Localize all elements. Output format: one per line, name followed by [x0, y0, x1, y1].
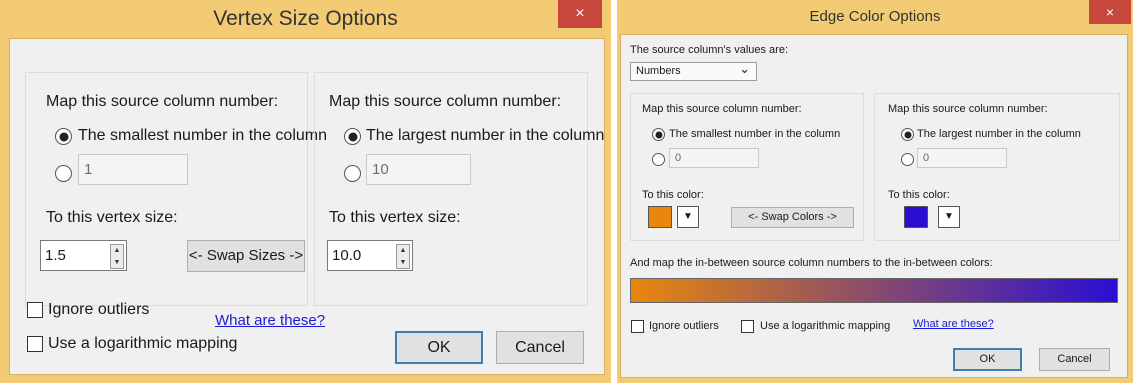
largest-number-label: The largest number in the column	[917, 128, 1081, 140]
source-min-group: Map this source column number: The small…	[630, 93, 864, 241]
smallest-number-label: The smallest number in the column	[78, 127, 327, 144]
to-color-label: To this color:	[642, 189, 704, 201]
color-gradient-bar	[630, 278, 1118, 303]
cancel-button[interactable]: Cancel	[496, 331, 584, 364]
smallest-number-label: The smallest number in the column	[669, 128, 841, 140]
custom-number-input[interactable]: 1	[78, 154, 188, 185]
what-are-these-link[interactable]: What are these?	[913, 318, 994, 330]
ok-button[interactable]: OK	[395, 331, 483, 364]
largest-number-radio[interactable]	[344, 128, 361, 145]
values-type-label: The source column's values are:	[630, 44, 789, 56]
custom-number-radio[interactable]	[344, 165, 361, 182]
smallest-number-radio[interactable]	[55, 128, 72, 145]
max-color-swatch[interactable]	[904, 206, 928, 228]
largest-number-radio[interactable]	[901, 128, 914, 141]
spin-arrows-icon[interactable]: ▲ ▼	[110, 244, 124, 269]
dropdown-arrow-icon[interactable]: ▼	[677, 206, 699, 228]
custom-number-input[interactable]: 0	[917, 148, 1007, 168]
custom-number-radio[interactable]	[652, 153, 665, 166]
ignore-outliers-label: Ignore outliers	[649, 320, 719, 332]
smallest-number-radio[interactable]	[652, 128, 665, 141]
values-type-select[interactable]: Numbers ⌄	[630, 61, 757, 81]
values-type-value: Numbers	[636, 65, 681, 77]
min-size-stepper[interactable]: 1.5 ▲ ▼	[40, 240, 127, 271]
custom-number-radio[interactable]	[901, 153, 914, 166]
ignore-outliers-label: Ignore outliers	[48, 301, 150, 318]
edge-color-dialog: Edge Color Options × The source column's…	[617, 0, 1133, 383]
what-are-these-link[interactable]: What are these?	[215, 312, 325, 329]
vertex-size-label: To this vertex size:	[46, 209, 178, 226]
ignore-outliers-checkbox[interactable]	[27, 302, 43, 318]
dialog-title: Vertex Size Options	[213, 7, 398, 30]
max-size-stepper[interactable]: 10.0 ▲ ▼	[327, 240, 413, 271]
vertex-size-label: To this vertex size:	[329, 209, 461, 226]
dialog-title: Edge Color Options	[809, 8, 941, 25]
to-color-label: To this color:	[888, 189, 950, 201]
min-color-swatch[interactable]	[648, 206, 672, 228]
vertex-size-dialog: Vertex Size Options × Map this source co…	[0, 0, 611, 383]
ok-button[interactable]: OK	[953, 348, 1022, 371]
custom-number-input[interactable]: 0	[669, 148, 759, 168]
in-between-label: And map the in-between source column num…	[630, 257, 993, 269]
min-size-value: 1.5	[45, 247, 66, 264]
max-size-value: 10.0	[332, 247, 362, 264]
dropdown-arrow-icon[interactable]: ▼	[938, 206, 960, 228]
swap-sizes-button[interactable]: <- Swap Sizes ->	[187, 240, 305, 272]
custom-number-radio[interactable]	[55, 165, 72, 182]
cancel-button[interactable]: Cancel	[1039, 348, 1110, 371]
map-column-label: Map this source column number:	[642, 103, 802, 115]
spin-arrows-icon[interactable]: ▲ ▼	[396, 244, 410, 269]
log-mapping-checkbox[interactable]	[741, 320, 754, 333]
largest-number-label: The largest number in the column	[366, 127, 605, 144]
custom-number-input[interactable]: 10	[366, 154, 471, 185]
source-max-group: Map this source column number: The large…	[314, 72, 604, 306]
map-column-label: Map this source column number:	[46, 93, 279, 110]
ignore-outliers-checkbox[interactable]	[631, 320, 644, 333]
log-mapping-checkbox[interactable]	[27, 336, 43, 352]
source-max-group: Map this source column number: The large…	[874, 93, 1120, 241]
log-mapping-label: Use a logarithmic mapping	[48, 335, 238, 352]
map-column-label: Map this source column number:	[888, 103, 1048, 115]
map-column-label: Map this source column number:	[329, 93, 562, 110]
swap-colors-button[interactable]: <- Swap Colors ->	[731, 207, 854, 228]
close-button[interactable]: ×	[1089, 0, 1131, 24]
dialog-body: Map this source column number: The small…	[9, 38, 605, 375]
chevron-down-icon: ⌄	[739, 61, 750, 76]
close-button[interactable]: ×	[558, 0, 602, 28]
dialog-body: The source column's values are: Numbers …	[620, 34, 1128, 378]
source-min-group: Map this source column number: The small…	[25, 72, 327, 306]
log-mapping-label: Use a logarithmic mapping	[760, 320, 891, 332]
